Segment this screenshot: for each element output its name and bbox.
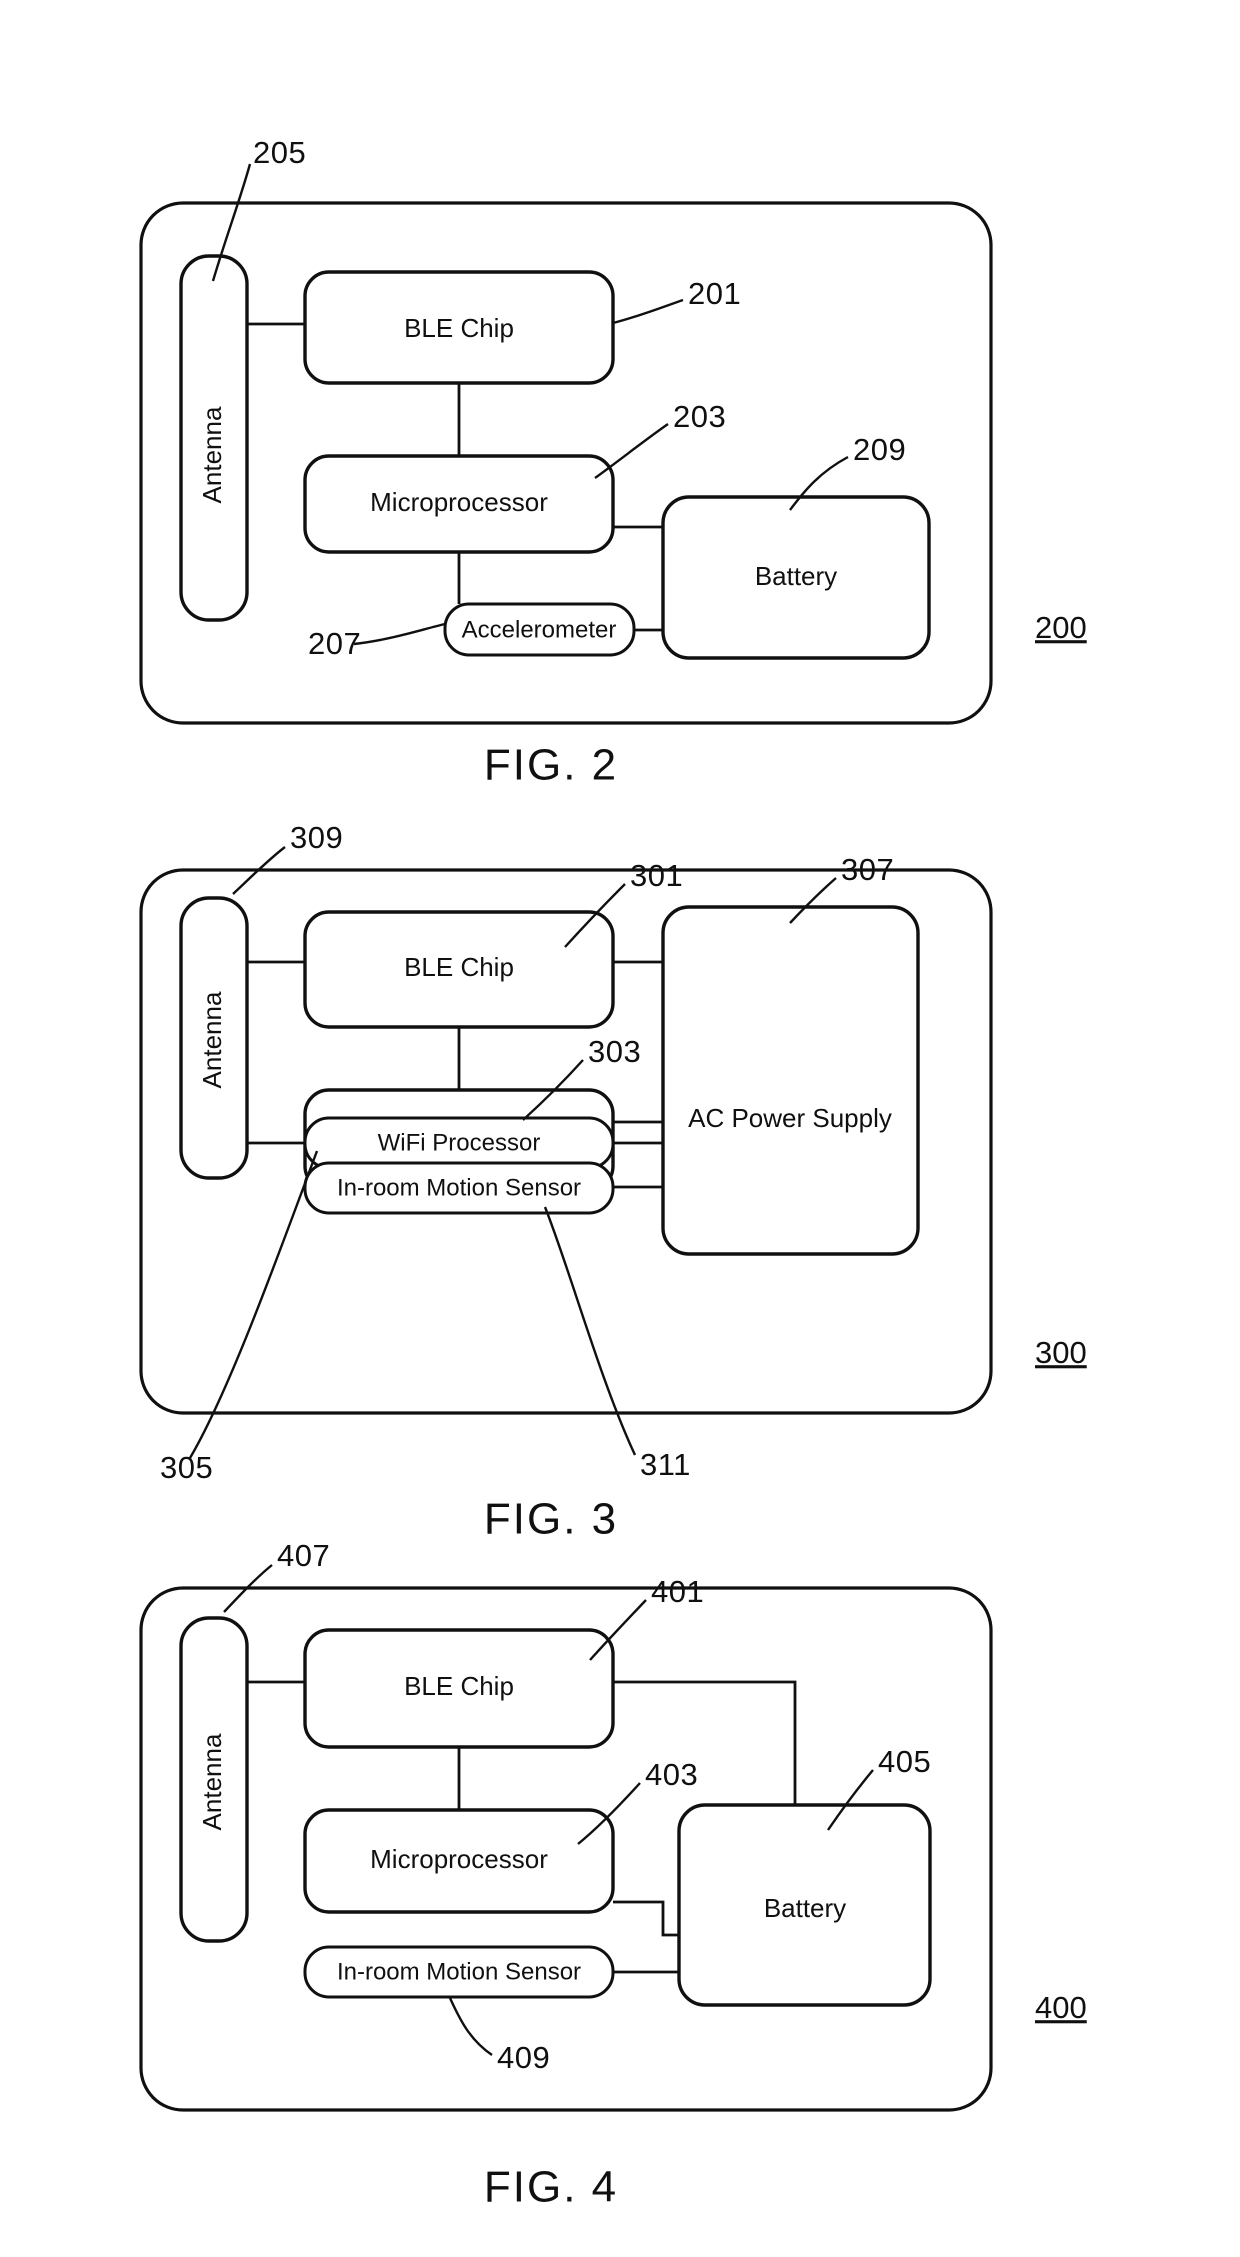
fig3-ble-chip-label: BLE Chip — [404, 952, 514, 982]
patent-drawing-sheet: Antenna BLE Chip Microprocessor Accelero… — [0, 0, 1240, 2257]
fig2-refnum-antenna: 205 — [253, 135, 306, 170]
figure-3: Antenna BLE Chip Microprocessor WiFi Pro… — [139, 820, 1087, 1544]
fig2-caption: FIG. 2 — [484, 741, 618, 790]
fig4-refnum-motion-sensor: 409 — [497, 2040, 550, 2075]
fig4-motion-sensor-label: In-room Motion Sensor — [337, 1958, 581, 1985]
fig3-refnum-wifi-processor: 305 — [160, 1450, 213, 1485]
fig3-refnum-ble-chip: 301 — [630, 858, 683, 893]
fig4-antenna-label: Antenna — [197, 1733, 227, 1830]
fig2-leader-207 — [353, 622, 446, 646]
fig2-leader-201 — [612, 298, 684, 325]
fig2-refnum-ble-chip: 201 — [688, 276, 741, 311]
fig3-refnum-antenna: 309 — [290, 820, 343, 855]
fig3-refnum-power-supply: 307 — [841, 852, 894, 887]
fig4-system-number: 400 — [1035, 1990, 1087, 2025]
fig4-refnum-ble-chip: 401 — [651, 1574, 704, 1609]
fig2-antenna-label: Antenna — [197, 406, 227, 503]
figure-2: Antenna BLE Chip Microprocessor Accelero… — [139, 135, 1087, 790]
fig4-leader-409 — [448, 1997, 493, 2056]
figure-4: Antenna BLE Chip Microprocessor In-room … — [139, 1538, 1087, 2212]
fig2-accelerometer-label: Accelerometer — [462, 616, 617, 643]
fig4-battery-label: Battery — [764, 1893, 846, 1923]
fig3-power-supply-box — [661, 905, 920, 1256]
fig4-refnum-battery: 405 — [878, 1744, 931, 1779]
fig4-ble-chip-label: BLE Chip — [404, 1671, 514, 1701]
fig4-microprocessor-label: Microprocessor — [370, 1844, 548, 1874]
fig2-microprocessor-label: Microprocessor — [370, 487, 548, 517]
fig2-refnum-microprocessor: 203 — [673, 399, 726, 434]
fig3-power-supply-label: AC Power Supply — [688, 1103, 892, 1133]
fig4-wire-ble-battery — [613, 1680, 797, 1805]
fig2-ble-chip-label: BLE Chip — [404, 313, 514, 343]
fig3-wifi-processor-label: WiFi Processor — [378, 1129, 541, 1156]
fig3-motion-sensor-label: In-room Motion Sensor — [337, 1174, 581, 1201]
fig3-leader-311 — [543, 1206, 637, 1456]
fig2-leader-203 — [594, 423, 669, 479]
fig4-caption: FIG. 4 — [484, 2163, 618, 2212]
fig4-refnum-microprocessor: 403 — [645, 1757, 698, 1792]
fig2-refnum-accelerometer: 207 — [308, 626, 361, 661]
fig2-system-number: 200 — [1035, 610, 1087, 645]
fig4-wire-micro-battery — [613, 1900, 679, 1937]
fig3-refnum-motion-sensor: 311 — [640, 1447, 691, 1482]
fig3-system-number: 300 — [1035, 1335, 1087, 1370]
fig3-antenna-label: Antenna — [197, 991, 227, 1088]
fig2-battery-label: Battery — [755, 561, 837, 591]
fig4-refnum-antenna: 407 — [277, 1538, 330, 1573]
fig3-refnum-microprocessor: 303 — [588, 1034, 641, 1069]
fig2-refnum-battery: 209 — [853, 432, 906, 467]
